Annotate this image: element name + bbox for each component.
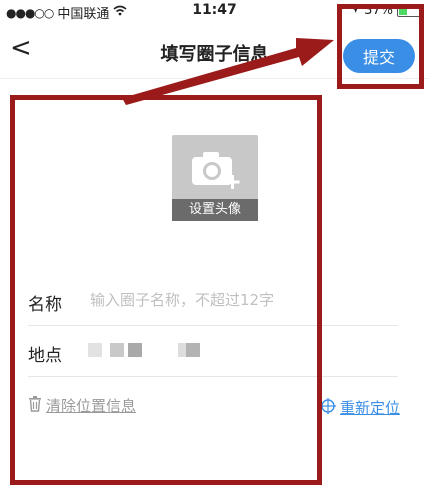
annotation-arrow <box>122 38 334 105</box>
annotation-arrow-shape <box>122 38 334 105</box>
